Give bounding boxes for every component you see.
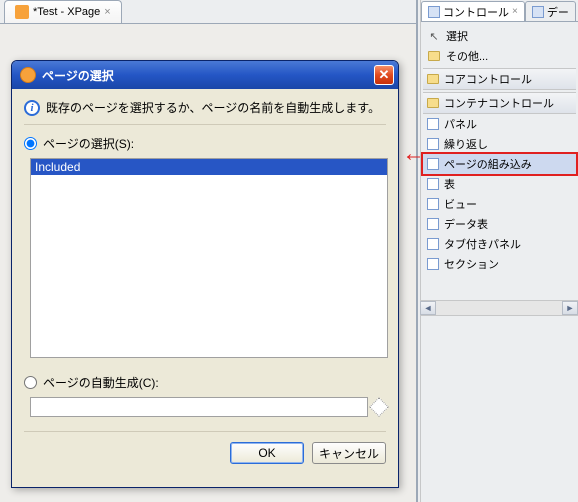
view-icon — [427, 198, 439, 210]
palette-item-include-page[interactable]: ページの組み込み — [423, 154, 576, 174]
palette-tab-controls[interactable]: コントロール × — [421, 1, 525, 21]
dialog-info-row: i 既存のページを選択するか、ページの名前を自動生成します。 — [24, 99, 386, 125]
palette-container-label: コンテナコントロール — [444, 95, 554, 111]
dialog-info-text: 既存のページを選択するか、ページの名前を自動生成します。 — [46, 99, 380, 116]
radio-gen-label: ページの自動生成(C): — [43, 374, 159, 391]
drawer-icon — [427, 74, 439, 84]
palette-item-select[interactable]: 選択 — [423, 26, 576, 46]
datatable-icon — [427, 218, 439, 230]
dialog-body: i 既存のページを選択するか、ページの名前を自動生成します。 ページの選択(S)… — [12, 89, 398, 472]
palette-repeat-label: 繰り返し — [444, 136, 488, 152]
content-assist-icon[interactable] — [369, 397, 389, 417]
editor-tab-label: *Test - XPage — [33, 6, 100, 18]
folder-icon — [428, 51, 440, 61]
include-page-icon — [427, 158, 439, 170]
dialog-titlebar: ページの選択 ✕ — [12, 61, 398, 89]
palette-tab2-label: デー — [547, 4, 569, 20]
controls-palette-panel: コントロール × デー 選択 その他... コアコントロール コンテナコントロー… — [420, 0, 578, 502]
palette-datatable-label: データ表 — [444, 216, 488, 232]
palette-core-label: コアコントロール — [444, 71, 532, 87]
palette-item-section[interactable]: セクション — [423, 254, 576, 274]
palette-item-datatable[interactable]: データ表 — [423, 214, 576, 234]
xpage-icon — [15, 5, 29, 19]
list-item[interactable]: Included — [31, 159, 387, 175]
radio-select-page[interactable] — [24, 137, 37, 150]
section-icon — [427, 258, 439, 270]
autogen-name-input[interactable] — [30, 397, 368, 417]
palette-section-label: セクション — [444, 256, 499, 272]
dialog-icon — [20, 67, 36, 83]
scroll-right-button[interactable]: ► — [562, 301, 578, 315]
palette-item-view[interactable]: ビュー — [423, 194, 576, 214]
palette-scrollbar[interactable]: ◄ ► — [420, 300, 578, 316]
page-select-dialog: ページの選択 ✕ i 既存のページを選択するか、ページの名前を自動生成します。 … — [11, 60, 399, 488]
palette-item-tabpanel[interactable]: タブ付きパネル — [423, 234, 576, 254]
autogen-group: ページの自動生成(C): — [24, 372, 386, 417]
palette-other-label: その他... — [446, 48, 488, 64]
scroll-left-button[interactable]: ◄ — [420, 301, 436, 315]
scroll-track[interactable] — [436, 301, 562, 315]
radio-autogen-page[interactable] — [24, 376, 37, 389]
radio-gen-row[interactable]: ページの自動生成(C): — [24, 372, 386, 393]
palette-panel-label: パネル — [444, 116, 477, 132]
palette-tab-data[interactable]: デー — [525, 1, 576, 21]
pointer-icon — [427, 29, 441, 43]
palette-section-container[interactable]: コンテナコントロール — [423, 92, 576, 114]
palette-tabpanel-label: タブ付きパネル — [444, 236, 521, 252]
palette-item-table[interactable]: 表 — [423, 174, 576, 194]
dialog-close-button[interactable]: ✕ — [374, 65, 394, 85]
palette-item-panel[interactable]: パネル — [423, 114, 576, 134]
table-icon — [427, 178, 439, 190]
dialog-button-row: OK キャンセル — [24, 431, 386, 464]
cancel-button[interactable]: キャンセル — [312, 442, 386, 464]
panel-icon — [427, 118, 439, 130]
info-icon: i — [24, 100, 40, 116]
drawer-icon — [427, 98, 439, 108]
palette-table-label: 表 — [444, 176, 455, 192]
palette-item-other[interactable]: その他... — [423, 46, 576, 66]
close-icon[interactable]: × — [512, 6, 518, 17]
page-listbox[interactable]: Included — [30, 158, 388, 358]
palette-tabbar: コントロール × デー — [421, 0, 578, 22]
editor-tabbar: *Test - XPage × — [0, 0, 416, 24]
editor-tab[interactable]: *Test - XPage × — [4, 0, 122, 23]
palette-section-core[interactable]: コアコントロール — [423, 68, 576, 90]
palette-body: 選択 その他... コアコントロール コンテナコントロール パネル 繰り返し ペ… — [421, 22, 578, 278]
palette-include-label: ページの組み込み — [444, 156, 532, 172]
palette-item-repeat[interactable]: 繰り返し — [423, 134, 576, 154]
ok-button[interactable]: OK — [230, 442, 304, 464]
repeat-icon — [427, 138, 439, 150]
radio-select-row[interactable]: ページの選択(S): — [24, 133, 386, 154]
close-icon[interactable]: × — [104, 6, 110, 18]
palette-tab1-label: コントロール — [443, 4, 509, 20]
palette-view-label: ビュー — [444, 196, 477, 212]
palette-select-label: 選択 — [446, 28, 468, 44]
dialog-title: ページの選択 — [42, 67, 368, 84]
controls-icon — [428, 6, 440, 18]
select-page-group: ページの選択(S): Included — [24, 133, 386, 358]
tabpanel-icon — [427, 238, 439, 250]
data-icon — [532, 6, 544, 18]
radio-select-label: ページの選択(S): — [43, 135, 134, 152]
